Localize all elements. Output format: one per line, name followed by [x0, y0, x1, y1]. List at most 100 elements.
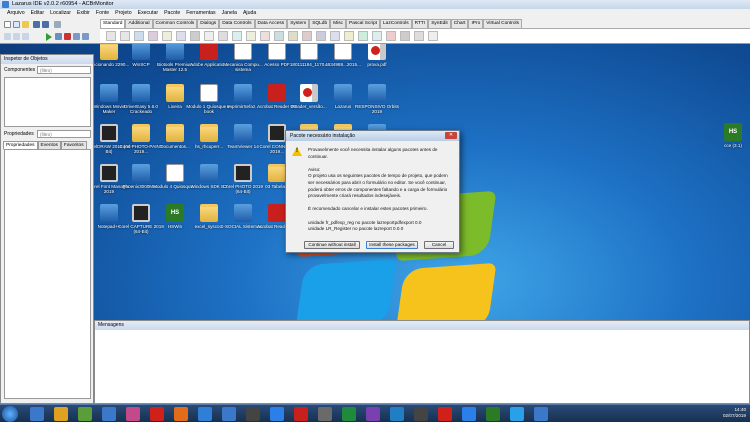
taskbar-app-icon[interactable] — [318, 407, 332, 421]
palette-component-icon[interactable] — [106, 31, 116, 41]
taskbar-app-icon[interactable] — [438, 407, 452, 421]
taskbar-app-icon[interactable] — [414, 407, 428, 421]
components-tree[interactable] — [4, 77, 91, 127]
palette-tab[interactable]: Data Controls — [219, 19, 255, 28]
options-icon[interactable] — [22, 33, 29, 40]
pause-icon[interactable] — [55, 33, 62, 40]
palette-component-icon[interactable] — [358, 31, 368, 41]
taskbar-app-icon[interactable] — [486, 407, 500, 421]
palette-component-icon[interactable] — [176, 31, 186, 41]
properties-filter-input[interactable] — [37, 130, 91, 138]
desktop-icon-hs[interactable]: HS cce (3.1) — [720, 123, 746, 154]
menu-item[interactable]: Projeto — [112, 9, 134, 18]
taskbar-app-icon[interactable] — [366, 407, 380, 421]
menu-item[interactable]: Localizar — [47, 9, 74, 18]
taskbar-app-icon[interactable] — [150, 407, 164, 421]
taskbar-app-icon[interactable] — [198, 407, 212, 421]
palette-tab[interactable]: SQLdb — [309, 19, 331, 28]
palette-tab[interactable]: Additional — [125, 19, 153, 28]
taskbar-app-icon[interactable] — [30, 407, 44, 421]
palette-component-icon[interactable] — [218, 31, 228, 41]
palette-component-icon[interactable] — [246, 31, 256, 41]
palette-component-icon[interactable] — [204, 31, 214, 41]
menu-item[interactable]: Arquivo — [4, 9, 28, 18]
palette-component-icon[interactable] — [274, 31, 284, 41]
palette-component-icon[interactable] — [232, 31, 242, 41]
cancel-button[interactable]: Cancel — [424, 241, 454, 249]
menu-item[interactable]: Janela — [219, 9, 240, 18]
palette-component-icon[interactable] — [288, 31, 298, 41]
palette-tab[interactable]: RTTI — [411, 19, 429, 28]
save-icon[interactable] — [33, 21, 40, 28]
palette-component-icon[interactable] — [414, 31, 424, 41]
taskbar-app-icon[interactable] — [126, 407, 140, 421]
menu-item[interactable]: Fonte — [93, 9, 112, 18]
taskbar-app-icon[interactable] — [534, 407, 548, 421]
step-over-icon[interactable] — [82, 33, 89, 40]
open-icon[interactable] — [22, 21, 29, 28]
continue-without-install-button[interactable]: Continue without install — [304, 241, 360, 249]
menu-item[interactable]: Ferramentas — [183, 9, 218, 18]
palette-component-icon[interactable] — [148, 31, 158, 41]
palette-tab[interactable]: Dialogs — [197, 19, 220, 28]
palette-component-icon[interactable] — [162, 31, 172, 41]
palette-component-icon[interactable] — [428, 31, 438, 41]
palette-component-icon[interactable] — [344, 31, 354, 41]
view-forms-icon[interactable] — [13, 33, 20, 40]
palette-component-icon[interactable] — [190, 31, 200, 41]
palette-component-icon[interactable] — [260, 31, 270, 41]
menu-item[interactable]: Ajuda — [240, 9, 259, 18]
taskbar-app-icon[interactable] — [510, 407, 524, 421]
stop-icon[interactable] — [64, 33, 71, 40]
clock[interactable]: 14:40 02/07/2019 — [723, 407, 746, 419]
palette-tab[interactable]: Chart — [450, 19, 469, 28]
palette-tab[interactable]: Standard — [100, 19, 126, 28]
palette-tab[interactable]: System — [287, 19, 310, 28]
taskbar-app-icon[interactable] — [390, 407, 404, 421]
taskbar-app-icon[interactable] — [222, 407, 236, 421]
palette-tab[interactable]: LazControls — [380, 19, 412, 28]
palette-component-icon[interactable] — [400, 31, 410, 41]
view-units-icon[interactable] — [4, 33, 11, 40]
palette-tab[interactable]: Common Controls — [152, 19, 198, 28]
taskbar-app-icon[interactable] — [174, 407, 188, 421]
taskbar-app-icon[interactable] — [294, 407, 308, 421]
palette-tab[interactable]: Pascal Script — [346, 19, 380, 28]
taskbar-app-icon[interactable] — [462, 407, 476, 421]
taskbar-app-icon[interactable] — [246, 407, 260, 421]
new-unit-icon[interactable] — [4, 21, 11, 28]
taskbar-app-icon[interactable] — [54, 407, 68, 421]
toggle-form-icon[interactable] — [54, 21, 61, 28]
palette-component-icon[interactable] — [386, 31, 396, 41]
install-packages-button[interactable]: Install these packages — [366, 241, 418, 249]
menu-item[interactable]: Pacote — [161, 9, 183, 18]
property-grid[interactable] — [4, 149, 91, 399]
palette-tab[interactable]: Data Access — [254, 19, 288, 28]
step-icon[interactable] — [73, 33, 80, 40]
palette-component-icon[interactable] — [316, 31, 326, 41]
taskbar-app-icon[interactable] — [102, 407, 116, 421]
palette-tab[interactable]: Misc — [330, 19, 346, 28]
palette-component-icon[interactable] — [120, 31, 130, 41]
taskbar-app-icon[interactable] — [78, 407, 92, 421]
palette-component-icon[interactable] — [134, 31, 144, 41]
desktop-icon[interactable]: RESPONSIVO Orbits 2019 — [354, 84, 400, 115]
menu-item[interactable]: Exibir — [74, 9, 93, 18]
palette-component-icon[interactable] — [330, 31, 340, 41]
palette-tab[interactable]: Virtual Controls — [483, 19, 522, 28]
save-all-icon[interactable] — [42, 21, 49, 28]
start-button[interactable] — [2, 406, 18, 422]
palette-component-icon[interactable] — [302, 31, 312, 41]
menu-item[interactable]: Editar — [28, 9, 48, 18]
desktop-icon[interactable]: prova.pdf — [354, 42, 400, 73]
palette-tab[interactable]: IPro — [468, 19, 484, 28]
palette-component-icon[interactable] — [372, 31, 382, 41]
taskbar-app-icon[interactable] — [342, 407, 356, 421]
palette-tab[interactable]: SynEdit — [428, 19, 451, 28]
taskbar-app-icon[interactable] — [270, 407, 284, 421]
components-filter-input[interactable] — [37, 66, 91, 74]
run-icon[interactable] — [46, 33, 52, 41]
menu-item[interactable]: Executar — [135, 9, 161, 18]
new-form-icon[interactable] — [13, 21, 20, 28]
close-button[interactable]: ✕ — [445, 132, 457, 139]
